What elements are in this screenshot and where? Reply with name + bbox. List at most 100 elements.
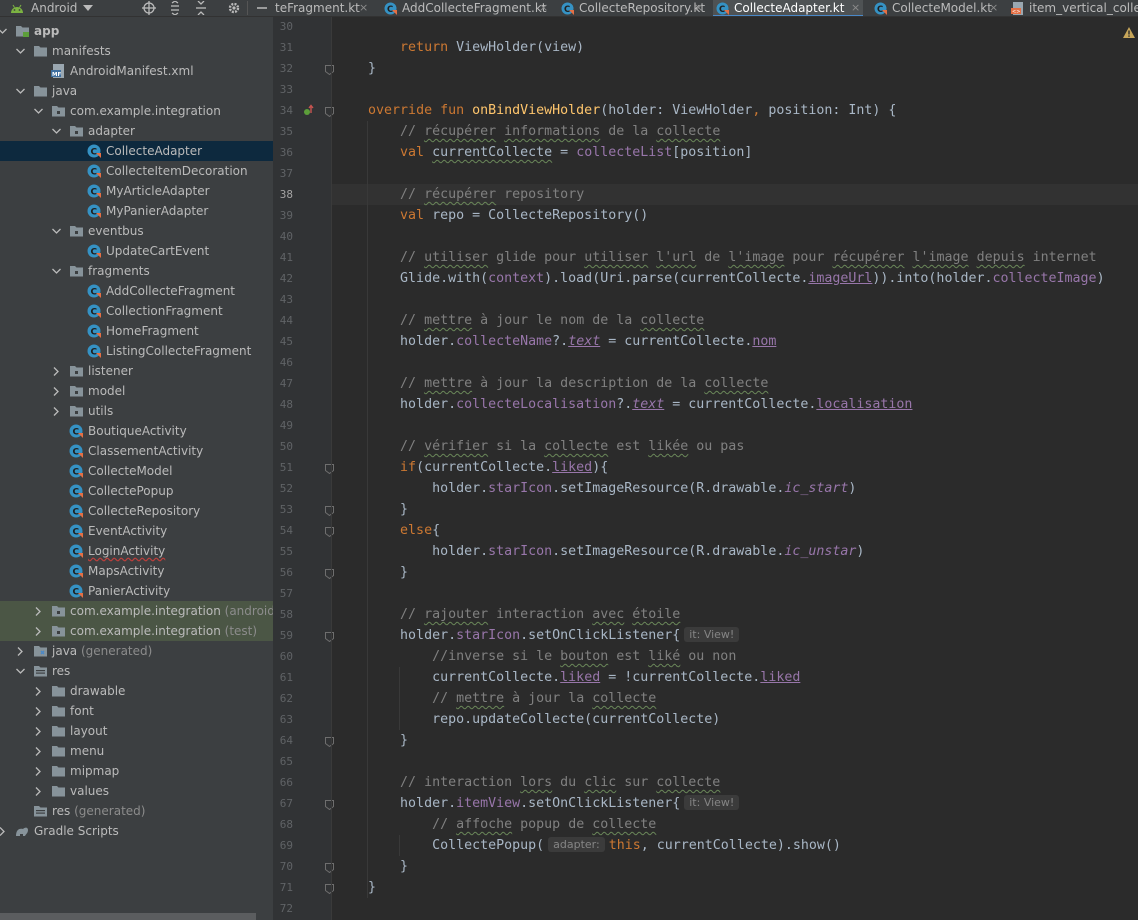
close-icon[interactable]: × <box>989 0 998 16</box>
tab-item-vertical-collecte[interactable]: <> item_vertical_collecte <box>1008 0 1138 16</box>
code-line[interactable]: } <box>336 499 408 520</box>
chevron-right-icon[interactable] <box>50 381 62 401</box>
tree-item-java[interactable]: java <box>0 81 273 101</box>
gear-icon[interactable] <box>227 1 241 15</box>
chevron-right-icon[interactable] <box>32 701 44 721</box>
fold-marker-icon[interactable] <box>325 799 334 811</box>
tree-item-app[interactable]: app <box>0 21 273 41</box>
tree-item-panieractivity[interactable]: C PanierActivity <box>0 581 273 601</box>
tree-item-myarticleadapter[interactable]: C MyArticleAdapter <box>0 181 273 201</box>
code-line[interactable]: if(currentCollecte.liked){ <box>336 457 608 478</box>
chevron-down-icon[interactable] <box>14 81 26 101</box>
close-icon[interactable]: × <box>851 0 860 16</box>
tree-item-com-example-integration-test[interactable]: com.example.integration (test) <box>0 621 273 641</box>
tree-item-boutiqueactivity[interactable]: C BoutiqueActivity <box>0 421 273 441</box>
code-line[interactable]: Glide.with(context).load(Uri.parse(curre… <box>336 268 1105 289</box>
tab-collecterepository-kt[interactable]: C CollecteRepository.kt × <box>558 0 706 16</box>
close-icon[interactable]: × <box>694 0 703 16</box>
tree-item-androidmanifest-xml[interactable]: MF AndroidManifest.xml <box>0 61 273 81</box>
fold-marker-icon[interactable] <box>325 631 334 643</box>
chevron-right-icon[interactable] <box>0 821 8 841</box>
code-line[interactable]: } <box>336 562 408 583</box>
tree-item-collecteadapter[interactable]: C CollecteAdapter <box>0 141 273 161</box>
tree-item-collecteitemdecoration[interactable]: C CollecteItemDecoration <box>0 161 273 181</box>
tree-item-homefragment[interactable]: C HomeFragment <box>0 321 273 341</box>
tree-item-collecterepository[interactable]: C CollecteRepository <box>0 501 273 521</box>
tree-item-manifests[interactable]: manifests <box>0 41 273 61</box>
chevron-right-icon[interactable] <box>32 681 44 701</box>
fold-marker-icon[interactable] <box>325 736 334 748</box>
chevron-down-icon[interactable] <box>83 5 93 11</box>
code-line[interactable]: } <box>336 856 408 877</box>
chevron-right-icon[interactable] <box>50 401 62 421</box>
tree-item-java-generated[interactable]: java (generated) <box>0 641 273 661</box>
fold-marker-icon[interactable] <box>325 106 334 118</box>
code-line[interactable]: override fun onBindViewHolder(holder: Vi… <box>336 100 896 121</box>
tree-item-gradle-scripts[interactable]: Gradle Scripts <box>0 821 273 841</box>
fold-marker-icon[interactable] <box>325 64 334 76</box>
chevron-down-icon[interactable] <box>50 121 62 141</box>
chevron-down-icon[interactable] <box>14 41 26 61</box>
code-line[interactable]: holder.itemView.setOnClickListener{it: V… <box>336 793 743 814</box>
close-icon[interactable]: × <box>359 0 368 16</box>
expand-all-icon[interactable] <box>168 1 182 15</box>
tree-item-collectepopup[interactable]: C CollectePopup <box>0 481 273 501</box>
code-line[interactable]: repo.updateCollecte(currentCollecte) <box>336 709 720 730</box>
code-line[interactable]: //inverse si le bouton est liké ou non <box>336 646 736 667</box>
tree-item-listener[interactable]: listener <box>0 361 273 381</box>
tree-item-res-generated[interactable]: res (generated) <box>0 801 273 821</box>
tree-item-loginactivity[interactable]: C LoginActivity <box>0 541 273 561</box>
code-line[interactable]: } <box>336 877 376 898</box>
code-line[interactable]: } <box>336 58 376 79</box>
tree-item-com-example-integration-androidte[interactable]: com.example.integration (androidTe <box>0 601 273 621</box>
tab-collecteadapter-kt[interactable]: C CollecteAdapter.kt × <box>713 0 863 16</box>
code-line[interactable]: return ViewHolder(view) <box>336 37 584 58</box>
code-line[interactable]: } <box>336 730 408 751</box>
fold-marker-icon[interactable] <box>325 883 334 895</box>
tree-item-mypanieradapter[interactable]: C MyPanierAdapter <box>0 201 273 221</box>
tree-item-collectionfragment[interactable]: C CollectionFragment <box>0 301 273 321</box>
fold-marker-icon[interactable] <box>325 862 334 874</box>
code-line[interactable]: // mettre à jour la collecte <box>336 688 656 709</box>
tree-item-updatecartevent[interactable]: C UpdateCartEvent <box>0 241 273 261</box>
fold-marker-icon[interactable] <box>325 463 334 475</box>
fold-marker-icon[interactable] <box>325 568 334 580</box>
code-line[interactable]: // affoche popup de collecte <box>336 814 656 835</box>
tree-item-layout[interactable]: layout <box>0 721 273 741</box>
chevron-down-icon[interactable] <box>14 661 26 681</box>
code-line[interactable]: val repo = CollecteRepository() <box>336 205 648 226</box>
tree-item-fragments[interactable]: fragments <box>0 261 273 281</box>
tab-collectemodel-kt[interactable]: C CollecteModel.kt × <box>871 0 1001 16</box>
code-line[interactable]: holder.collecteName?.text = currentColle… <box>336 331 776 352</box>
tree-item-model[interactable]: model <box>0 381 273 401</box>
chevron-down-icon[interactable] <box>50 221 62 241</box>
tree-item-values[interactable]: values <box>0 781 273 801</box>
minimize-icon[interactable] <box>255 1 269 15</box>
code-line[interactable]: // interaction lors du clic sur collecte <box>336 772 720 793</box>
code-line[interactable]: holder.starIcon.setImageResource(R.drawa… <box>336 541 864 562</box>
tab-tefragment-kt[interactable]: teFragment.kt × <box>273 0 371 16</box>
code-line[interactable]: // récupérer informations de la collecte <box>336 121 720 142</box>
tree-item-drawable[interactable]: drawable <box>0 681 273 701</box>
tree-item-listingcollectefragment[interactable]: C ListingCollecteFragment <box>0 341 273 361</box>
code-line[interactable]: holder.starIcon.setOnClickListener{it: V… <box>336 625 743 646</box>
tree-item-adapter[interactable]: adapter <box>0 121 273 141</box>
project-view-selector[interactable]: Android <box>31 0 77 16</box>
chevron-down-icon[interactable] <box>32 101 44 121</box>
chevron-right-icon[interactable] <box>32 621 44 641</box>
tree-item-mipmap[interactable]: mipmap <box>0 761 273 781</box>
chevron-down-icon[interactable] <box>50 261 62 281</box>
chevron-right-icon[interactable] <box>14 641 26 661</box>
warning-icon[interactable] <box>1123 27 1135 38</box>
horizontal-scrollbar[interactable] <box>0 913 256 920</box>
code-line[interactable]: currentCollecte.liked = !currentCollecte… <box>336 667 800 688</box>
tree-item-eventbus[interactable]: eventbus <box>0 221 273 241</box>
code-line[interactable]: // récupérer repository <box>336 184 584 205</box>
chevron-down-icon[interactable] <box>0 21 8 41</box>
tree-item-addcollectefragment[interactable]: C AddCollecteFragment <box>0 281 273 301</box>
tree-item-font[interactable]: font <box>0 701 273 721</box>
code-line[interactable]: // utiliser glide pour utiliser l'url de… <box>336 247 1097 268</box>
tree-item-utils[interactable]: utils <box>0 401 273 421</box>
tree-item-eventactivity[interactable]: C EventActivity <box>0 521 273 541</box>
tree-item-collectemodel[interactable]: C CollecteModel <box>0 461 273 481</box>
